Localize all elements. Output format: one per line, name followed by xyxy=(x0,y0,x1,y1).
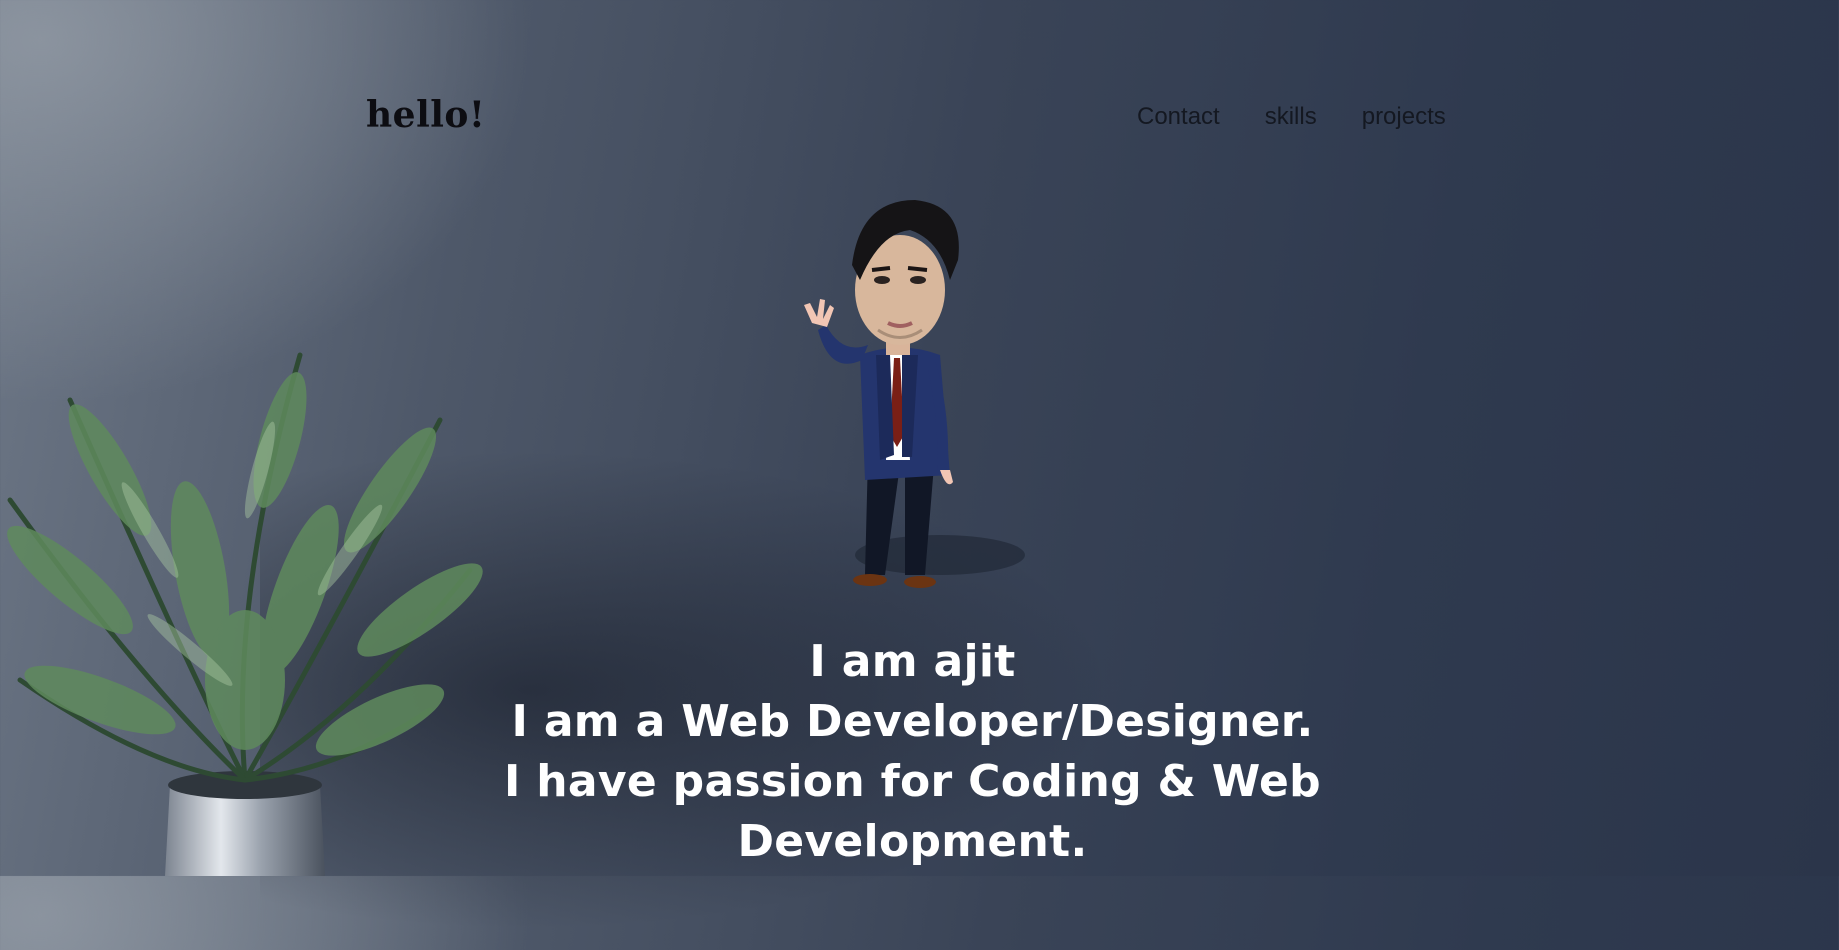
nav-link-skills[interactable]: skills xyxy=(1265,103,1317,131)
potted-plant-image xyxy=(7,352,483,876)
intro-line-role: I am a Web Developer/Designer. xyxy=(511,696,1314,747)
intro-line-name: I am ajit xyxy=(809,636,1016,687)
intro-line-passion: I have passion for Coding & Web Developm… xyxy=(504,756,1321,867)
nav-link-projects[interactable]: projects xyxy=(1362,103,1446,131)
hero-intro: I am ajit I am a Web Developer/Designer.… xyxy=(440,632,1385,872)
avatar-image xyxy=(804,200,1025,588)
top-nav: hello! Contact skills projects xyxy=(0,0,1839,200)
site-logo[interactable]: hello! xyxy=(366,94,485,136)
nav-links: Contact skills projects xyxy=(1137,103,1446,131)
nav-link-contact[interactable]: Contact xyxy=(1137,103,1220,131)
